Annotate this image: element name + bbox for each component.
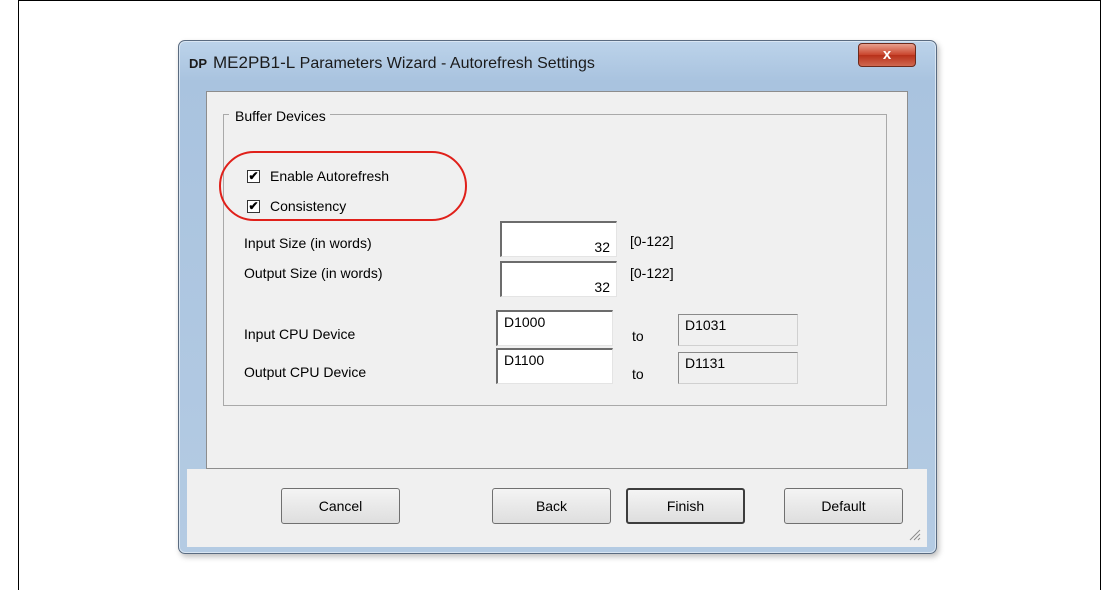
input-cpu-device-to-field: D1031 (678, 314, 798, 346)
output-cpu-device-from-field[interactable]: D1100 (496, 348, 613, 384)
button-bar: Cancel Back Finish Default (187, 469, 927, 547)
input-cpu-device-from-field[interactable]: D1000 (496, 310, 613, 346)
close-icon: x (882, 46, 892, 63)
wizard-window: DP ME2PB1-L Parameters Wizard - Autorefr… (178, 40, 937, 554)
back-button[interactable]: Back (492, 488, 611, 524)
finish-button[interactable]: Finish (626, 488, 745, 524)
input-size-field[interactable]: 32 (500, 221, 617, 257)
input-cpu-device-label: Input CPU Device (244, 326, 356, 342)
output-size-label: Output Size (in words) (244, 265, 383, 281)
title-bar[interactable]: DP ME2PB1-L Parameters Wizard - Autorefr… (179, 41, 936, 89)
input-to-label: to (632, 328, 644, 344)
wizard-content: Buffer Devices ✔ Enable Autorefresh ✔ Co… (206, 91, 908, 469)
output-size-range: [0-122] (630, 265, 674, 281)
output-cpu-device-to-field: D1131 (678, 352, 798, 384)
input-size-range: [0-122] (630, 233, 674, 249)
output-size-field[interactable]: 32 (500, 261, 617, 297)
default-button[interactable]: Default (784, 488, 903, 524)
window-title-rest: Parameters Wizard - Autorefresh Settings (295, 55, 595, 72)
close-button[interactable]: x (858, 43, 916, 67)
output-to-label: to (632, 366, 644, 382)
output-cpu-device-label: Output CPU Device (244, 364, 367, 380)
window-title-model: ME2PB1-L (213, 53, 296, 72)
dp-app-icon: DP (189, 56, 208, 71)
group-title: Buffer Devices (229, 108, 330, 124)
input-size-label: Input Size (in words) (244, 235, 372, 251)
resize-grip-icon[interactable] (907, 527, 921, 541)
window-title: ME2PB1-L Parameters Wizard - Autorefresh… (213, 53, 595, 73)
highlight-oval (219, 151, 467, 221)
cancel-button[interactable]: Cancel (281, 488, 400, 524)
